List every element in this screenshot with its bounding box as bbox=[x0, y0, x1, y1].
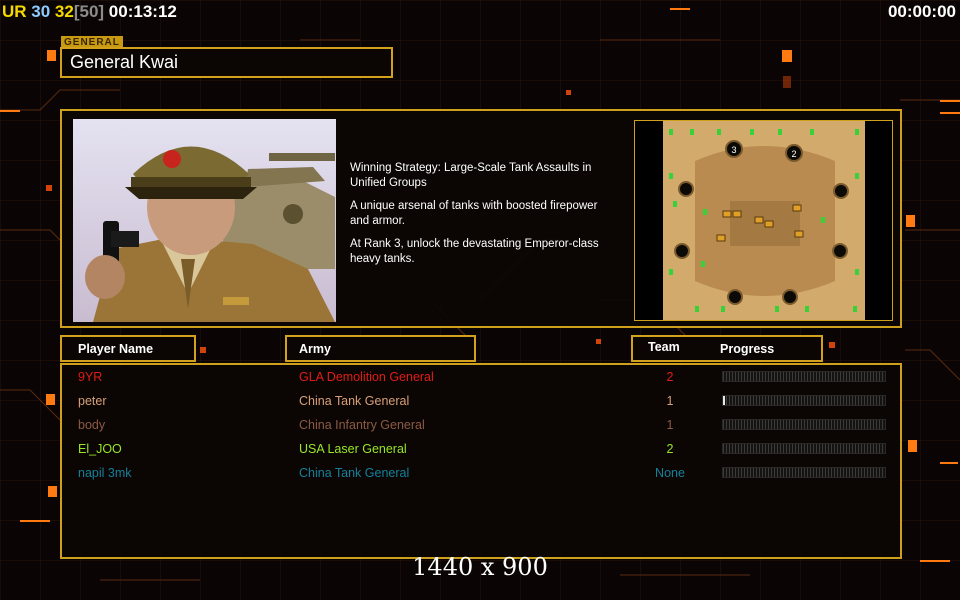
player-progress-bar bbox=[722, 395, 886, 406]
player-row[interactable]: body China Infantry General 1 bbox=[62, 415, 900, 439]
hud-stats: UR 30 32[50] 00:13:12 bbox=[2, 2, 177, 22]
arsenal-text: A unique arsenal of tanks with boosted f… bbox=[350, 200, 598, 227]
player-army: China Tank General bbox=[299, 394, 410, 408]
rank-unlock-text: At Rank 3, unlock the devastating Empero… bbox=[350, 238, 599, 265]
player-name-header-label: Player Name bbox=[78, 342, 154, 356]
player-row[interactable]: peter China Tank General 1 bbox=[62, 391, 900, 415]
player-progress-bar bbox=[722, 371, 886, 382]
player-name: El_JOO bbox=[78, 442, 122, 456]
start-position-3: 3 bbox=[731, 145, 736, 155]
general-name: General Kwai bbox=[60, 47, 393, 78]
player-name: napil 3mk bbox=[78, 466, 132, 480]
hud-stat-0: UR bbox=[2, 2, 27, 21]
hud-stat-1: 30 bbox=[26, 2, 51, 21]
hud-stat-4: 00:13:12 bbox=[104, 2, 177, 21]
column-header-player-name[interactable]: Player Name bbox=[60, 335, 196, 362]
player-progress-bar bbox=[722, 419, 886, 430]
progress-fill bbox=[723, 396, 725, 405]
hud-stat-2: 32 bbox=[50, 2, 74, 21]
start-position-2: 2 bbox=[791, 149, 796, 159]
player-row[interactable]: napil 3mk China Tank General None bbox=[62, 463, 900, 487]
team-header-label: Team bbox=[648, 340, 680, 354]
general-portrait bbox=[73, 119, 336, 322]
player-name: 9YR bbox=[78, 370, 103, 384]
player-name: peter bbox=[78, 394, 107, 408]
player-army: China Infantry General bbox=[299, 418, 425, 432]
player-progress-bar bbox=[722, 443, 886, 454]
resolution-label: 1440 x 900 bbox=[412, 553, 548, 581]
player-row[interactable]: 9YR GLA Demolition General 2 bbox=[62, 367, 900, 391]
player-team: 1 bbox=[666, 418, 674, 432]
player-team: 2 bbox=[666, 370, 674, 384]
player-army: USA Laser General bbox=[299, 442, 407, 456]
player-row[interactable]: El_JOO USA Laser General 2 bbox=[62, 439, 900, 463]
army-header-label: Army bbox=[299, 342, 331, 356]
hud-stat-3: [50] bbox=[73, 2, 105, 21]
player-team: None bbox=[655, 466, 685, 480]
player-name: body bbox=[78, 418, 106, 432]
player-team: 2 bbox=[666, 442, 674, 456]
strategy-text: Winning Strategy: Large-Scale Tank Assau… bbox=[350, 162, 592, 189]
map-preview[interactable]: 3 2 bbox=[634, 120, 893, 321]
game-timer: 00:00:00 bbox=[887, 2, 956, 21]
progress-header-label: Progress bbox=[720, 342, 775, 356]
player-list: 9YR GLA Demolition General 2 peter China Tan… bbox=[60, 363, 902, 559]
column-header-team-progress[interactable]: Team Progress bbox=[631, 335, 823, 362]
general-description: Winning Strategy: Large-Scale Tank Assau… bbox=[350, 161, 635, 275]
player-team: 1 bbox=[666, 394, 674, 408]
column-header-army[interactable]: Army bbox=[285, 335, 476, 362]
player-army: China Tank General bbox=[299, 466, 410, 480]
player-progress-bar bbox=[722, 467, 886, 478]
player-army: GLA Demolition General bbox=[299, 370, 434, 384]
general-info-panel: Winning Strategy: Large-Scale Tank Assau… bbox=[60, 109, 902, 328]
